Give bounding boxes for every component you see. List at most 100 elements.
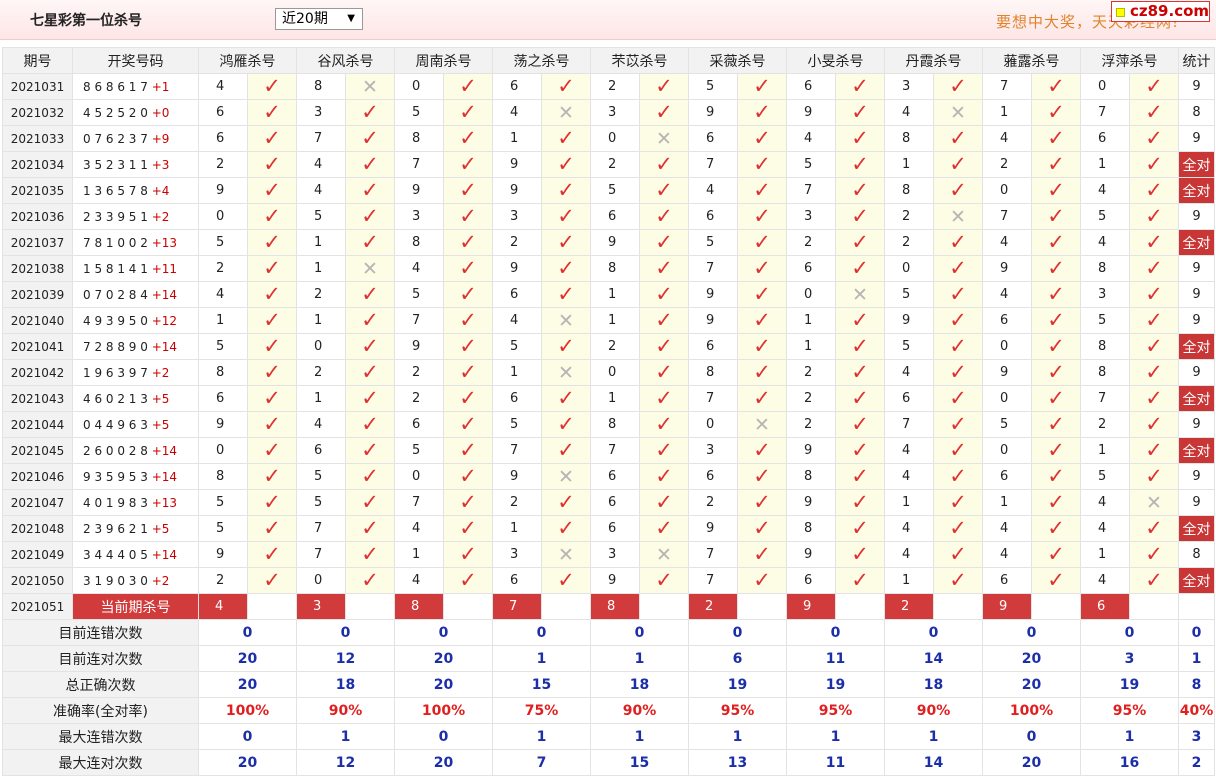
summary-value: 15 xyxy=(590,749,689,776)
check-icon: ✓ xyxy=(1047,152,1065,176)
kill-number-cell: 9 xyxy=(982,255,1032,282)
draw-numbers-cell: 3 5 2 3 1 1 +3 xyxy=(72,151,199,178)
col-header-expert: 周南杀号 xyxy=(394,47,493,74)
summary-stat: 40% xyxy=(1178,697,1215,724)
check-icon: ✓ xyxy=(851,464,869,488)
kill-number-cell: 0 xyxy=(296,333,346,360)
draw-numbers: 8 6 8 6 1 7 xyxy=(83,79,148,94)
check-icon: ✓ xyxy=(655,308,673,332)
draw-numbers: 7 2 8 8 9 0 xyxy=(83,339,148,354)
check-icon: ✓ xyxy=(753,74,771,98)
check-icon: ✓ xyxy=(557,516,575,540)
result-mark-cell: ✓ xyxy=(737,333,787,360)
check-icon: ✓ xyxy=(459,204,477,228)
result-mark-cell: ✓ xyxy=(1031,255,1081,282)
draw-numbers: 1 9 6 3 9 7 xyxy=(83,365,148,380)
result-mark-cell: ✓ xyxy=(1129,463,1179,490)
kill-number-cell: 6 xyxy=(394,411,444,438)
result-mark-cell: ✓ xyxy=(1129,281,1179,308)
result-mark-cell: ✓ xyxy=(835,125,885,152)
check-icon: ✓ xyxy=(655,438,673,462)
check-icon: ✓ xyxy=(1047,126,1065,150)
kill-number-cell: 4 xyxy=(688,177,738,204)
check-icon: ✓ xyxy=(263,230,281,254)
kill-number-cell: 4 xyxy=(198,281,248,308)
check-icon: ✓ xyxy=(361,334,379,358)
kill-number-cell: 2 xyxy=(590,333,640,360)
check-icon: ✓ xyxy=(949,282,967,306)
check-icon: ✓ xyxy=(655,490,673,514)
check-icon: ✓ xyxy=(753,438,771,462)
result-mark-cell: ✓ xyxy=(541,385,591,412)
kill-number-cell: 4 xyxy=(394,567,444,594)
period-cell: 2021045 xyxy=(2,437,73,464)
draw-numbers: 1 3 6 5 7 8 xyxy=(83,183,148,198)
check-icon: ✓ xyxy=(1145,152,1163,176)
kill-number-cell: 4 xyxy=(296,151,346,178)
result-mark-cell: ✓ xyxy=(737,177,787,204)
result-mark-cell: ✓ xyxy=(933,515,983,542)
result-mark-cell: ✓ xyxy=(247,515,297,542)
result-mark-cell: ✓ xyxy=(1031,281,1081,308)
check-icon: ✓ xyxy=(1145,334,1163,358)
check-icon: ✓ xyxy=(263,178,281,202)
check-icon: ✓ xyxy=(655,256,673,280)
draw-numbers-cell: 0 7 0 2 8 4 +14 xyxy=(72,281,199,308)
kill-number-cell: 5 xyxy=(1080,203,1130,230)
result-mark-cell: ✓ xyxy=(1129,99,1179,126)
kill-number-cell: 4 xyxy=(1080,515,1130,542)
check-icon: ✓ xyxy=(753,568,771,592)
result-mark-cell: ✓ xyxy=(933,385,983,412)
kill-number-cell: 6 xyxy=(786,567,836,594)
kill-number-cell: 8 xyxy=(198,463,248,490)
kill-number-cell: 4 xyxy=(884,463,934,490)
kill-number-cell: 9 xyxy=(884,307,934,334)
col-header-numbers: 开奖号码 xyxy=(72,47,199,74)
kill-number-cell: 2 xyxy=(296,281,346,308)
kill-number-cell: 0 xyxy=(786,281,836,308)
result-mark-cell: ✕ xyxy=(345,255,395,282)
site-logo[interactable]: cz89.com xyxy=(1111,1,1210,22)
kill-number-cell: 4 xyxy=(1080,229,1130,256)
result-mark-cell: ✓ xyxy=(639,385,689,412)
result-mark-cell: ✓ xyxy=(1031,385,1081,412)
summary-value: 7 xyxy=(492,749,591,776)
kill-number-cell: 7 xyxy=(688,255,738,282)
check-icon: ✓ xyxy=(1047,256,1065,280)
result-mark-cell: ✓ xyxy=(1129,229,1179,256)
all-right-badge: 全对 xyxy=(1178,229,1215,256)
result-mark-cell: ✓ xyxy=(345,229,395,256)
result-mark-cell: ✓ xyxy=(247,359,297,386)
check-icon: ✓ xyxy=(949,74,967,98)
table-row: 2021047 4 0 1 9 8 3 +13 5 ✓ 5 ✓ 7 ✓ 2 ✓ 6 ✓ 2 ✓ 9 ✓ 1 ✓ 1 ✓… xyxy=(2,489,1215,516)
empty-cell xyxy=(1178,593,1215,620)
period-range-select[interactable]: 近20期 ▼ xyxy=(275,8,363,30)
col-header-expert: 小旻杀号 xyxy=(786,47,885,74)
kill-number-cell: 5 xyxy=(296,203,346,230)
draw-total: +2 xyxy=(151,573,170,588)
kill-number-cell: 4 xyxy=(884,541,934,568)
period-cell: 2021033 xyxy=(2,125,73,152)
draw-total: +5 xyxy=(151,521,170,536)
result-mark-cell: ✓ xyxy=(345,307,395,334)
result-mark-cell: ✓ xyxy=(443,333,493,360)
stat-cell: 8 xyxy=(1178,541,1215,568)
check-icon: ✓ xyxy=(1145,308,1163,332)
check-icon: ✓ xyxy=(1145,516,1163,540)
current-kill-number: 2 xyxy=(688,593,738,620)
kill-number-cell: 5 xyxy=(982,411,1032,438)
result-mark-cell: ✓ xyxy=(639,437,689,464)
kill-number-cell: 7 xyxy=(786,177,836,204)
check-icon: ✓ xyxy=(1145,256,1163,280)
summary-value: 0 xyxy=(688,619,787,646)
check-icon: ✓ xyxy=(557,490,575,514)
result-mark-cell: ✓ xyxy=(345,333,395,360)
draw-total: +0 xyxy=(151,105,170,120)
kill-number-cell: 9 xyxy=(394,177,444,204)
summary-value: 15 xyxy=(492,671,591,698)
kill-number-cell: 5 xyxy=(492,333,542,360)
check-icon: ✓ xyxy=(557,230,575,254)
check-icon: ✓ xyxy=(753,542,771,566)
check-icon: ✓ xyxy=(949,334,967,358)
draw-total: +14 xyxy=(151,469,178,484)
